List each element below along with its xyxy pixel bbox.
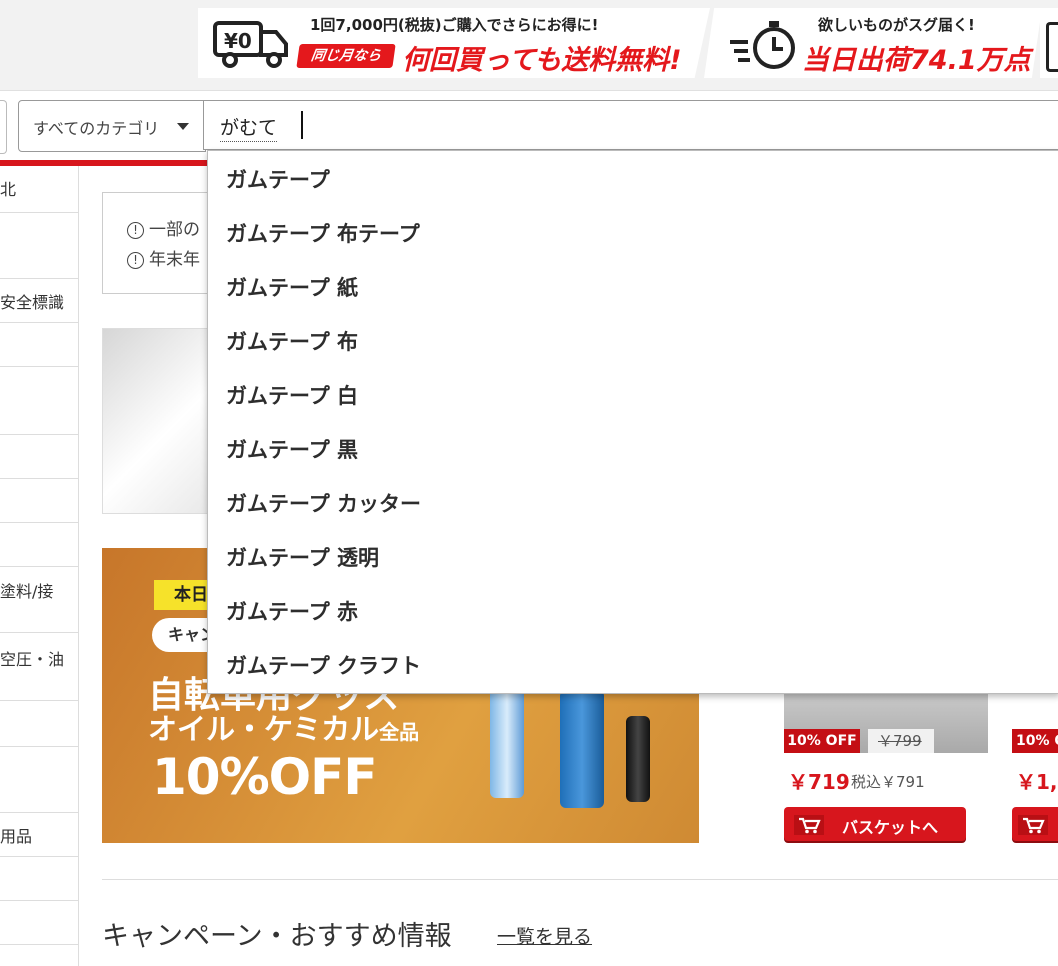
banner-icon <box>1046 22 1058 72</box>
suggestion-item[interactable]: ガムテープ 白 <box>208 367 1058 421</box>
cart-icon <box>794 815 824 835</box>
banner1-subtitle: 1回7,000円(税抜)ご購入でさらにお得に! <box>310 16 599 34</box>
sidebar-item[interactable] <box>0 900 78 945</box>
sidebar-item[interactable]: 塗料/接 <box>0 566 78 633</box>
svg-text:¥0: ¥0 <box>224 29 252 53</box>
suggestion-item[interactable]: ガムテープ 布 <box>208 313 1058 367</box>
original-price: ￥799 <box>868 729 934 753</box>
suggestion-item[interactable]: ガムテープ <box>208 151 1058 205</box>
suggestion-item[interactable]: ガムテープ カッター <box>208 475 1058 529</box>
sale-price: ￥1,7 <box>1016 770 1058 794</box>
notice-text-2: 年末年 <box>149 250 200 270</box>
search-input[interactable]: がむて <box>203 100 1058 150</box>
caret-down-icon <box>177 123 189 130</box>
view-all-link[interactable]: 一覧を見る <box>497 922 592 949</box>
sidebar-item[interactable]: 北 <box>0 166 78 213</box>
suggestion-item[interactable]: ガムテープ 布テープ <box>208 205 1058 259</box>
info-icon: ! <box>127 222 144 239</box>
sidebar-item[interactable] <box>0 322 78 367</box>
section-title: キャンペーン・おすすめ情報 <box>102 921 452 952</box>
banner2-subtitle: 欲しいものがスグ届く! <box>818 16 975 34</box>
sidebar-item[interactable] <box>0 746 78 813</box>
category-sidebar: 北 安全標識 塗料/接 空圧・油 用品 <box>0 166 79 966</box>
cart-icon <box>1018 815 1048 835</box>
add-to-basket-button[interactable] <box>1012 807 1058 841</box>
hero-banner[interactable] <box>102 328 224 514</box>
notice-text-1: 一部の <box>149 220 200 240</box>
category-select-label: すべてのカテゴリ <box>33 119 160 138</box>
suggestion-item[interactable]: ガムテープ 黒 <box>208 421 1058 475</box>
banner2-title: 当日出荷74.1万点 <box>802 45 1031 76</box>
suggestion-item[interactable]: ガムテープ 透明 <box>208 529 1058 583</box>
discount-badge: 10% O <box>1012 729 1058 753</box>
suggestion-item[interactable]: ガムテープ 紙 <box>208 259 1058 313</box>
banner1-pill: 同じ月なら <box>296 44 396 68</box>
suggestion-item[interactable]: ガムテープ 赤 <box>208 583 1058 637</box>
product-bottle-image <box>560 690 604 808</box>
tax-included-price: 税込￥791 <box>851 773 925 791</box>
product-bottle-image <box>490 688 524 798</box>
notice-box: ! 一部の ! 年末年 <box>102 192 224 294</box>
text-cursor <box>301 111 303 139</box>
info-icon: ! <box>127 252 144 269</box>
product-bottle-image <box>626 716 650 802</box>
divider <box>102 879 1058 880</box>
stopwatch-icon <box>730 21 795 69</box>
sidebar-item[interactable] <box>0 212 78 279</box>
search-suggestions: ガムテープ ガムテープ 布テープ ガムテープ 紙 ガムテープ 布 ガムテープ 白… <box>207 150 1058 694</box>
campaign-line2: オイル・ケミカル全品 <box>148 712 420 746</box>
sidebar-item[interactable]: 用品 <box>0 812 78 857</box>
banner1-title: 何回買っても送料無料! <box>402 45 682 76</box>
add-to-basket-button[interactable]: バスケットへ <box>784 807 966 841</box>
sidebar-item[interactable] <box>0 366 78 435</box>
sidebar-item[interactable] <box>0 434 78 479</box>
basket-label: バスケットへ <box>842 818 939 837</box>
sidebar-item[interactable] <box>0 700 78 747</box>
sidebar-item[interactable]: 空圧・油 <box>0 632 78 701</box>
suggestion-item[interactable]: ガムテープ クラフト <box>208 637 1058 691</box>
sidebar-item[interactable] <box>0 522 78 567</box>
search-query: がむて <box>220 113 278 142</box>
category-select[interactable]: すべてのカテゴリ <box>18 100 206 152</box>
sidebar-item[interactable] <box>0 478 78 523</box>
sidebar-item[interactable] <box>0 856 78 901</box>
truck-icon: ¥0 <box>213 21 288 68</box>
discount-badge: 10% OFF <box>784 729 860 753</box>
sidebar-item[interactable]: 安全標識 <box>0 278 78 323</box>
sale-price: ￥719 <box>788 770 850 794</box>
campaign-discount: 10%OFF <box>152 748 377 806</box>
menu-button[interactable] <box>0 100 7 154</box>
